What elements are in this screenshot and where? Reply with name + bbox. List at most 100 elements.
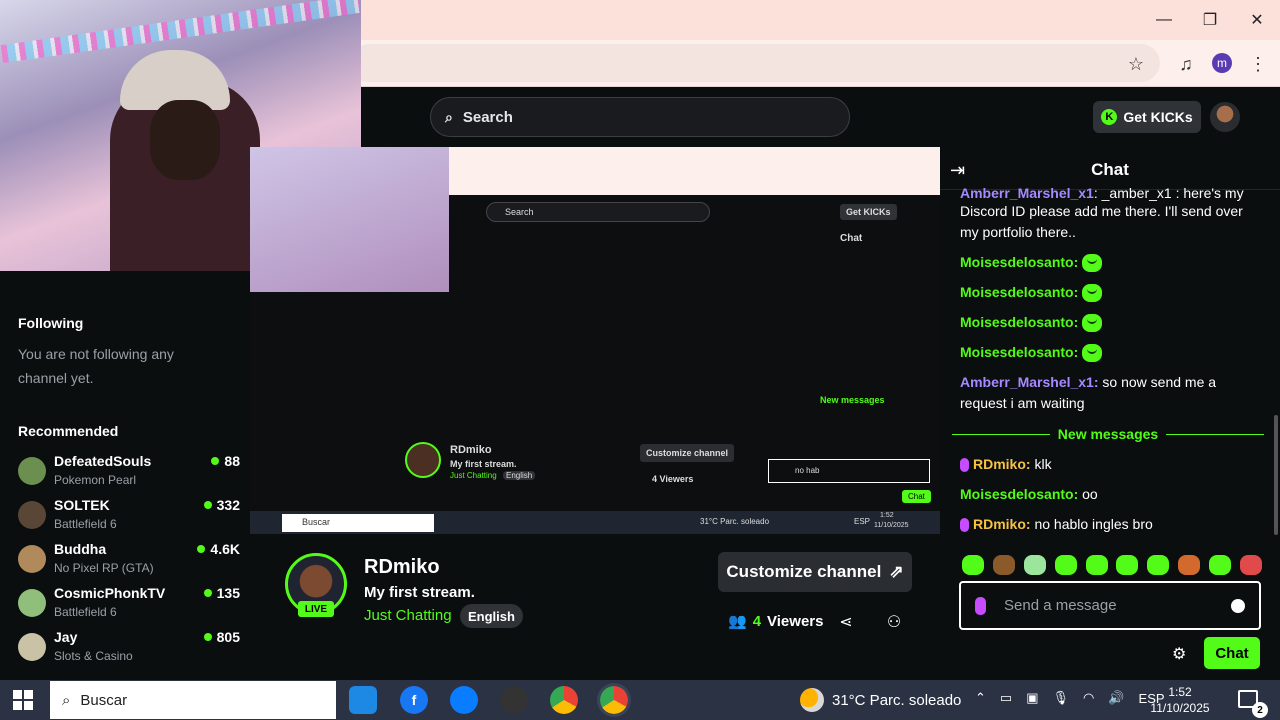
viewer-count-value: 332: [216, 497, 240, 513]
emote-icon[interactable]: [1023, 555, 1046, 575]
recommended-channel[interactable]: CosmicPhonkTV Battlefield 6 135: [18, 585, 240, 629]
nested-taskbar-search: Buscar: [282, 514, 434, 532]
add-friend-icon[interactable]: ⚇: [884, 612, 904, 632]
volume-icon[interactable]: 🔊: [1108, 690, 1124, 706]
emote-icon[interactable]: [1085, 555, 1108, 575]
viewer-count: 88: [211, 453, 240, 469]
live-badge: LIVE: [298, 601, 334, 617]
nested-avatar: [405, 442, 441, 478]
chat-message-field[interactable]: [1004, 597, 1217, 614]
close-button[interactable]: ✕: [1237, 6, 1277, 34]
chat-username[interactable]: Amberr_Marshel_x1:: [960, 374, 1099, 390]
taskbar-clock[interactable]: 1:52 11/10/2025: [1150, 684, 1210, 716]
nested-weather: 31°C Parc. soleado: [700, 517, 770, 526]
chat-username[interactable]: Amberr_Marshel_x1: [960, 185, 1094, 201]
viewer-count: 135: [203, 585, 240, 601]
messenger-icon[interactable]: [450, 686, 478, 714]
chat-username[interactable]: RDmiko:: [973, 456, 1031, 472]
stream-category[interactable]: Just Chatting: [364, 607, 452, 624]
language-tag[interactable]: English: [460, 604, 523, 628]
channel-game: Battlefield 6: [54, 517, 117, 531]
kick-coin-icon: K: [1101, 109, 1118, 125]
chat-username[interactable]: Moisesdelosanto:: [960, 254, 1078, 270]
emote-icon[interactable]: [992, 555, 1015, 575]
facebook-icon[interactable]: f: [400, 686, 428, 714]
emoji-picker-icon[interactable]: [1231, 598, 1245, 613]
maximize-button[interactable]: ❐: [1190, 6, 1230, 34]
emote-icon[interactable]: [1147, 555, 1170, 575]
chrome-icon[interactable]: [550, 686, 578, 714]
recommended-channel[interactable]: DefeatedSouls Pokemon Pearl 88: [18, 453, 240, 497]
windows-start-icon[interactable]: [13, 690, 33, 710]
get-kicks-button[interactable]: K Get KICKs: [1093, 101, 1201, 133]
display-icon[interactable]: ▣: [1026, 690, 1038, 706]
viewer-count-value: 4: [752, 612, 762, 630]
divider-line: [952, 433, 1050, 435]
nested-new-messages: New messages: [820, 395, 885, 405]
new-messages-label: New messages: [1057, 426, 1159, 442]
channel-name[interactable]: RDmiko: [364, 556, 440, 579]
recommended-channel[interactable]: Buddha No Pixel RP (GTA) 4.6K: [18, 541, 240, 585]
get-kicks-label: Get KICKs: [1123, 109, 1193, 125]
emote-icon[interactable]: [1239, 555, 1262, 575]
chat-username[interactable]: Moisesdelosanto:: [960, 314, 1078, 330]
emote-icon[interactable]: [1054, 555, 1077, 575]
share-icon[interactable]: ⋖: [836, 612, 856, 632]
user-avatar[interactable]: [1210, 102, 1240, 132]
viewer-count-value: 135: [216, 585, 240, 601]
external-link-icon: ⇗: [889, 562, 904, 581]
clock-date: 11/10/2025: [1150, 701, 1210, 715]
search-input[interactable]: ⌕ Search: [430, 97, 850, 137]
emote-icon[interactable]: [1178, 555, 1201, 575]
system-tray: ⌃ ▭ ▣ 🎙 ◠ 🔊 ESP: [975, 690, 1165, 706]
customize-channel-button[interactable]: Customize channel ⇗: [718, 552, 912, 592]
emote-icon[interactable]: [1116, 555, 1139, 575]
channel-avatar: [18, 545, 46, 573]
taskbar-search-placeholder: Buscar: [80, 691, 128, 709]
minimize-button[interactable]: —: [1144, 6, 1184, 34]
profile-avatar[interactable]: m: [1212, 53, 1232, 73]
browser-menu-icon[interactable]: ⋮: [1245, 51, 1271, 77]
divider-line: [1166, 433, 1264, 435]
nested-chat-button: Chat: [902, 490, 931, 503]
viewers-icon: 👥: [728, 613, 747, 630]
chat-username[interactable]: Moisesdelosanto:: [960, 344, 1078, 360]
stream-video-player[interactable]: Search Get KICKs Chat RDmiko My first st…: [250, 147, 940, 534]
chat-username[interactable]: RDmiko:: [973, 516, 1031, 532]
collapse-chat-icon[interactable]: ⇥: [950, 160, 972, 180]
new-messages-divider[interactable]: New messages: [952, 425, 1264, 443]
nested-chat-title: Chat: [840, 233, 863, 244]
obs-icon[interactable]: [500, 686, 528, 714]
nested-channel: RDmiko: [450, 444, 492, 456]
taskbar-search[interactable]: ⌕ Buscar: [50, 681, 336, 719]
battery-icon[interactable]: ▭: [1000, 690, 1012, 706]
nested-webcam: [250, 147, 449, 292]
chat-input[interactable]: [959, 581, 1261, 630]
bookmark-star-icon[interactable]: ☆: [1123, 51, 1149, 77]
microphone-icon[interactable]: 🎙: [1053, 690, 1070, 706]
chat-username[interactable]: Moisesdelosanto:: [960, 486, 1078, 502]
live-dot-icon: [203, 633, 212, 641]
chrome-profile-icon[interactable]: [597, 683, 631, 717]
address-bar[interactable]: [350, 44, 1160, 82]
emote-icon: [1082, 284, 1103, 303]
chat-title: Chat: [1091, 160, 1129, 179]
emote-icon[interactable]: [962, 555, 984, 575]
emote-icon[interactable]: [1209, 555, 1231, 575]
viewer-count: 👥 4 Viewers: [728, 612, 823, 631]
nested-browser-chrome: [449, 147, 940, 195]
chevron-up-icon[interactable]: ⌃: [975, 690, 986, 706]
channel-avatar: [18, 501, 46, 529]
wifi-icon[interactable]: ◠: [1083, 690, 1094, 706]
chat-username[interactable]: Moisesdelosanto:: [960, 284, 1078, 300]
send-chat-button[interactable]: Chat: [1204, 637, 1260, 669]
chat-message: RDmiko: klk: [960, 454, 1260, 475]
chat-message: Amberr_Marshel_x1: _amber_x1 : here's my: [960, 183, 1260, 201]
store-icon[interactable]: [349, 686, 377, 714]
recommended-channel[interactable]: SOLTEK Battlefield 6 332: [18, 497, 240, 541]
media-control-icon[interactable]: ♫: [1173, 51, 1199, 77]
gear-icon[interactable]: ⚙: [1172, 644, 1190, 663]
chat-scrollbar[interactable]: [1274, 415, 1278, 535]
weather-widget[interactable]: 31°C Parc. soleado: [800, 688, 961, 712]
recommended-channel[interactable]: Jay Slots & Casino 805: [18, 629, 240, 673]
